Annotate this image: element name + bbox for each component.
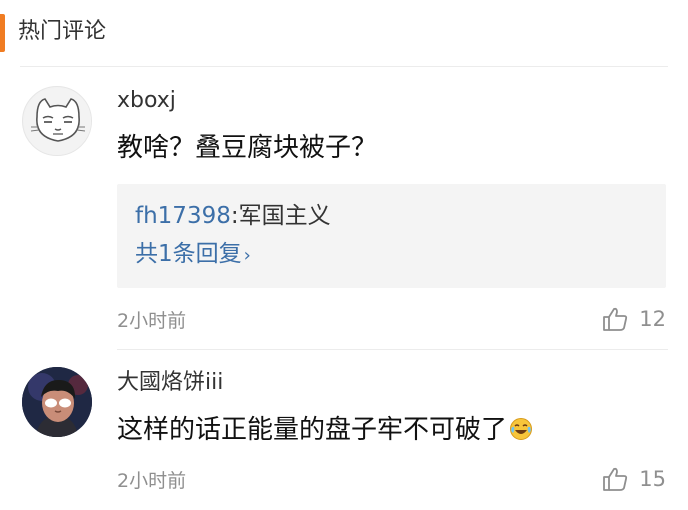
reply-text: 军国主义	[238, 203, 331, 229]
avatar[interactable]	[22, 367, 92, 437]
comment-text: 这样的话正能量的盘子牢不可破了	[117, 412, 533, 448]
view-replies-link[interactable]: 共1条回复 ›	[135, 238, 251, 272]
like-count: 15	[639, 467, 666, 491]
comment-time: 2小时前	[117, 470, 187, 492]
comment-text-content: 这样的话正能量的盘子牢不可破了	[117, 415, 508, 445]
like-button[interactable]: 15	[601, 464, 666, 494]
like-count: 12	[639, 307, 666, 331]
reply-username[interactable]: fh17398	[135, 203, 231, 229]
reply-preview[interactable]: fh17398:军国主义 共1条回复 ›	[117, 184, 666, 288]
comment-item: 大國烙饼iii 这样的话正能量的盘子牢不可破了 2小时前 15	[0, 350, 688, 510]
section-header: 热门评论	[0, 0, 688, 68]
avatar[interactable]	[22, 86, 92, 156]
reply-line: fh17398:军国主义	[135, 200, 331, 232]
divider	[20, 66, 668, 67]
username[interactable]: xboxj	[117, 86, 176, 116]
reply-separator: :	[230, 203, 239, 229]
laugh-cry-emoji-icon	[510, 418, 533, 440]
section-title: 热门评论	[18, 19, 107, 44]
comment-time: 2小时前	[117, 310, 187, 332]
reply-count-label: 共1条回复	[135, 241, 242, 267]
person-avatar-icon	[22, 367, 92, 437]
chevron-right-icon: ›	[243, 245, 251, 266]
accent-bar	[0, 14, 5, 52]
comment-item: xboxj 教啥？叠豆腐块被子？ fh17398:军国主义 共1条回复 › 2小时…	[0, 68, 688, 350]
hot-comments-panel: 热门评论 xboxj 教啥？叠豆腐块被子？ fh17398:军国主义 共1条回复…	[0, 0, 688, 510]
cat-face-avatar-icon	[24, 88, 91, 155]
like-button[interactable]: 12	[601, 304, 666, 334]
thumbs-up-icon	[603, 467, 628, 491]
comment-text: 教啥？叠豆腐块被子？	[117, 133, 378, 163]
username[interactable]: 大國烙饼iii	[117, 368, 223, 398]
thumbs-up-icon	[603, 307, 628, 331]
